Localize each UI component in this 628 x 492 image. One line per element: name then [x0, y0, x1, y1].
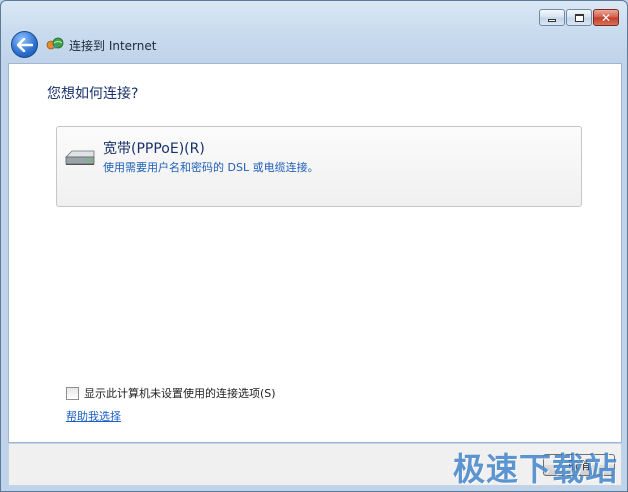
maximize-button[interactable] — [566, 9, 592, 26]
show-unconfigured-options-row[interactable]: 显示此计算机未设置使用的连接选项(S) — [66, 385, 276, 401]
page-heading: 您想如何连接? — [47, 86, 139, 102]
show-unconfigured-options-checkbox[interactable] — [66, 386, 79, 400]
window-title: 连接到 Internet — [69, 39, 157, 53]
back-button[interactable] — [11, 31, 38, 58]
maximize-icon — [574, 13, 584, 22]
caption-buttons: ✕ — [539, 9, 619, 26]
close-button[interactable]: ✕ — [593, 9, 619, 26]
option-broadband-pppoe[interactable]: 宽带(PPPoE)(R) 使用需要用户名和密码的 DSL 或电缆连接。 — [56, 126, 582, 207]
minimize-button[interactable] — [539, 9, 565, 26]
checkbox-label: 显示此计算机未设置使用的连接选项(S) — [84, 387, 276, 400]
minimize-icon — [548, 18, 556, 22]
close-icon: ✕ — [600, 10, 612, 25]
option-description: 使用需要用户名和密码的 DSL 或电缆连接。 — [103, 161, 319, 174]
network-globe-icon — [46, 37, 64, 50]
option-title: 宽带(PPPoE)(R) — [103, 141, 205, 157]
help-me-choose-link[interactable]: 帮助我选择 — [66, 408, 121, 424]
navigation-bar: 连接到 Internet — [1, 29, 627, 61]
content-panel: 您想如何连接? 宽带(PPPoE)(R) 使用需要用户名和密码的 DSL 或电缆… — [8, 63, 622, 443]
watermark-logo: 极速下载站 — [453, 450, 619, 488]
dialog-window: ✕ 连接到 Internet 您想如何连接? 宽带(PPPoE)(R) 使用需要… — [0, 0, 628, 492]
back-arrow-icon — [16, 37, 33, 52]
modem-icon — [65, 150, 95, 165]
